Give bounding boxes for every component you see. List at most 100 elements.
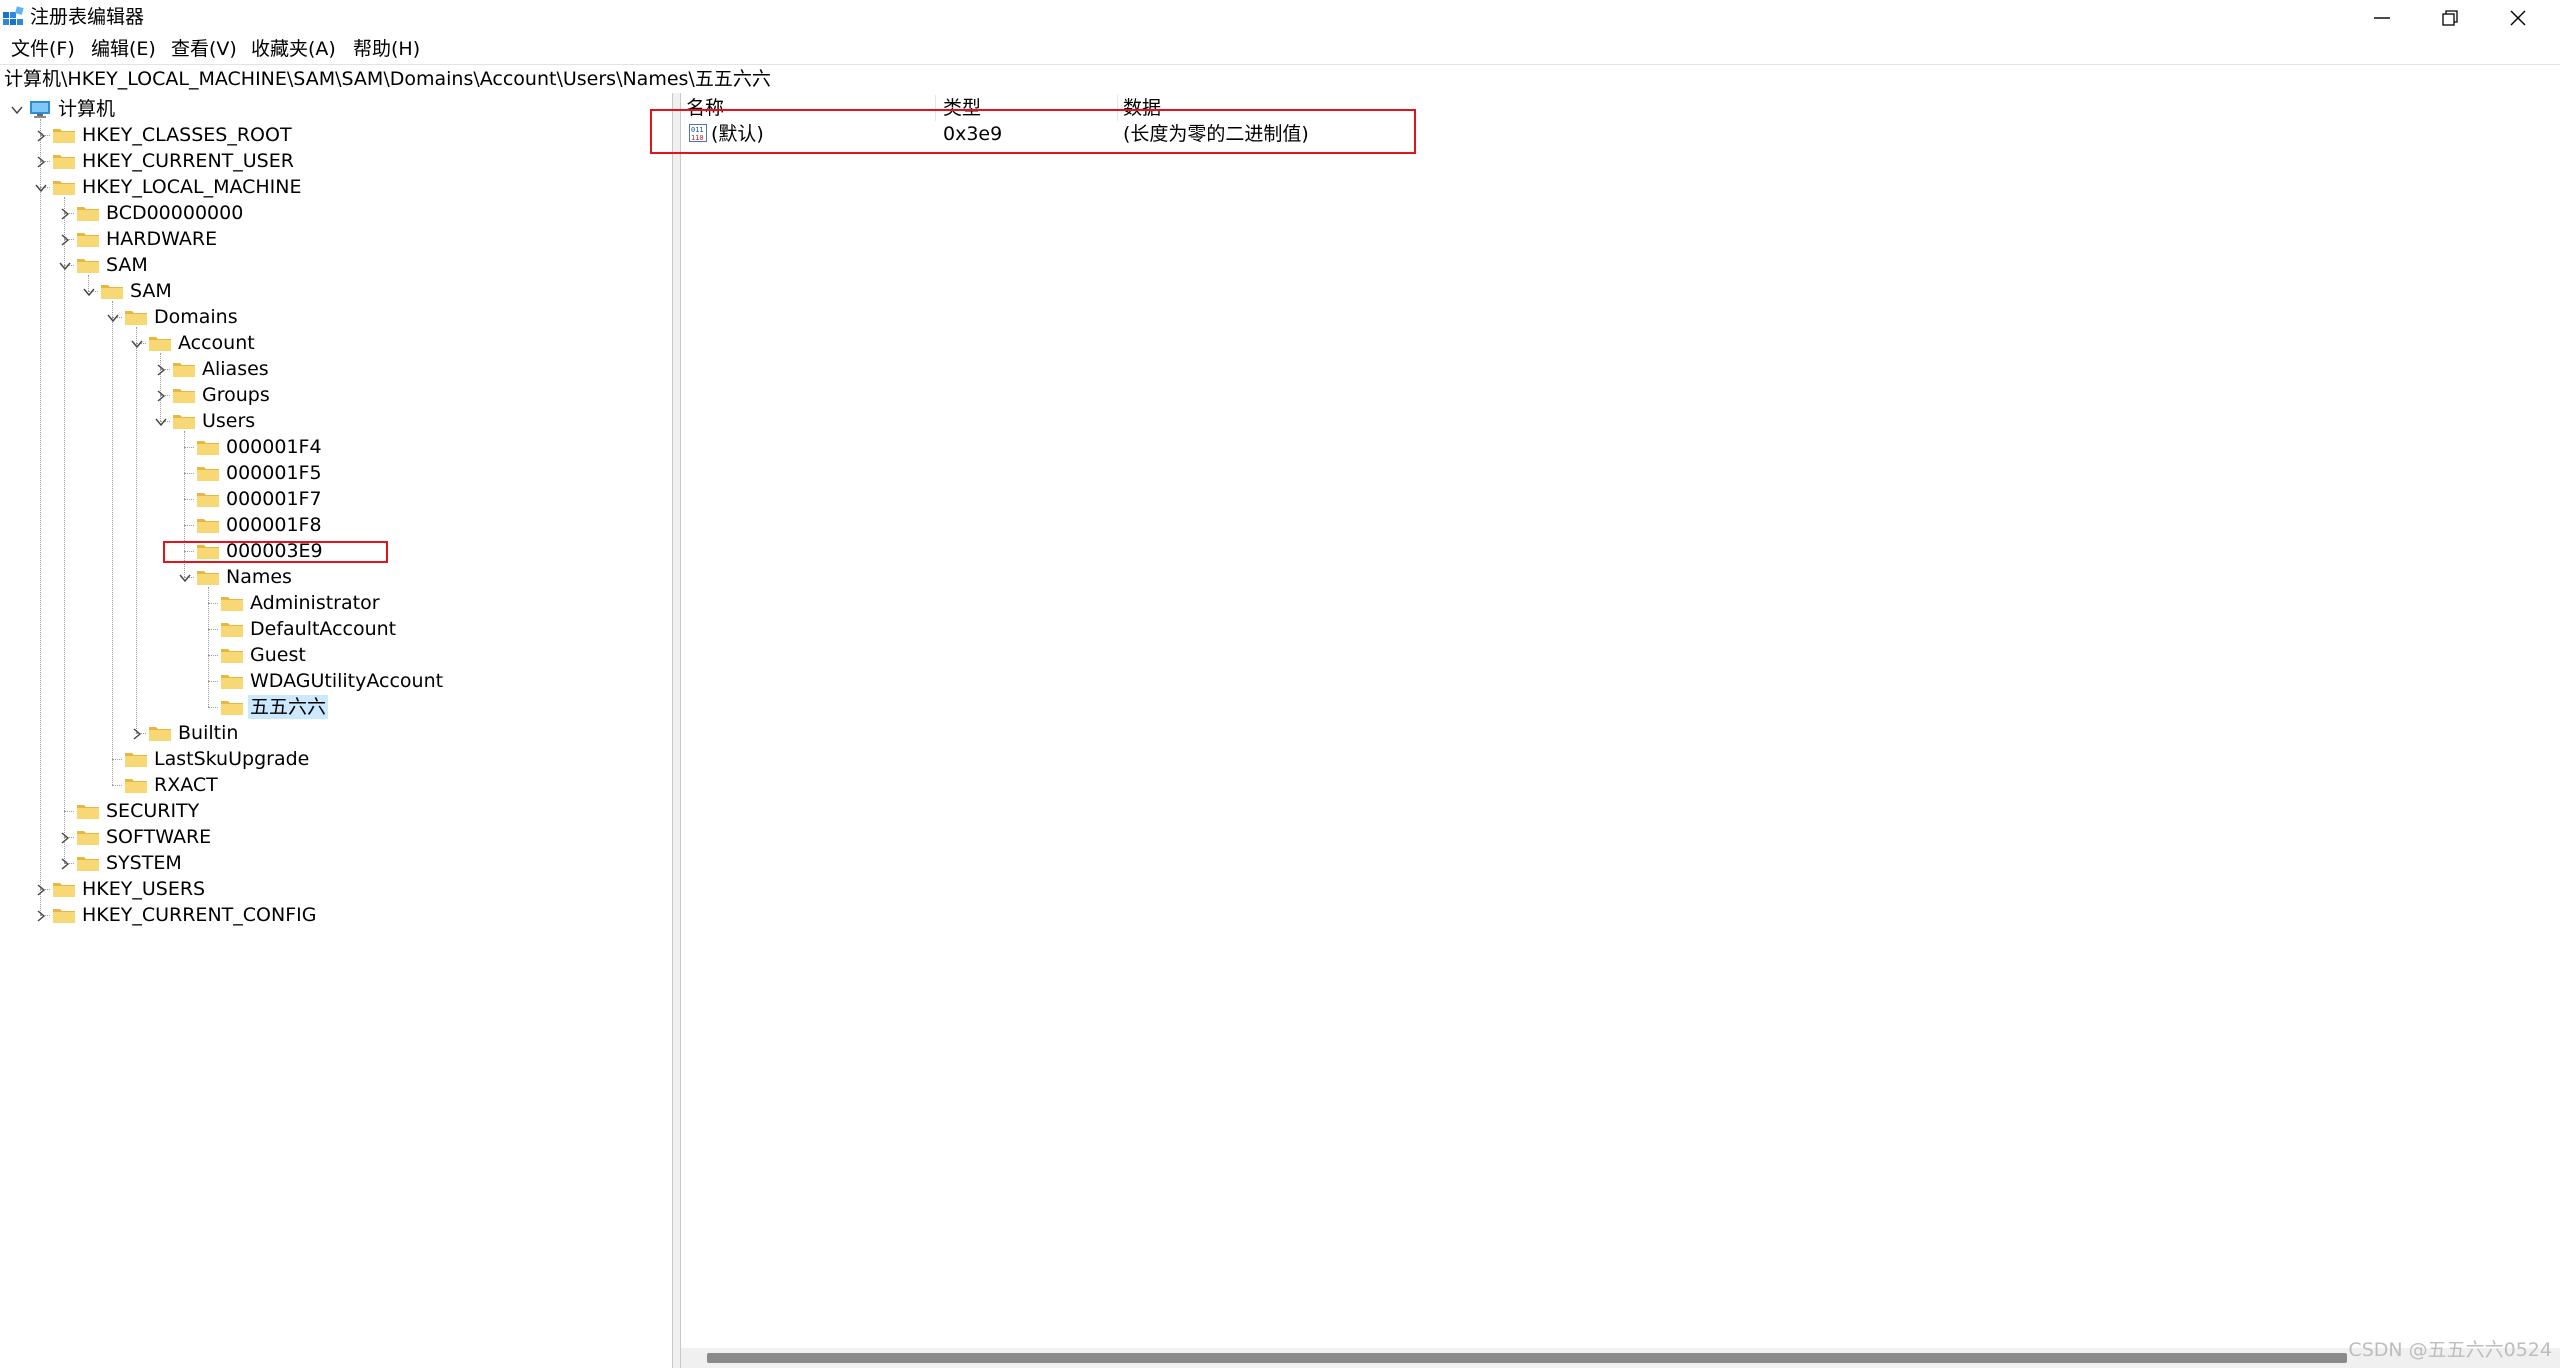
column-header-data[interactable]: 数据 (1123, 96, 1161, 120)
chevron-down-icon[interactable] (54, 253, 74, 277)
tree-node-label: Account (178, 332, 255, 354)
value-type: 0x3e9 (943, 123, 1003, 145)
tree-node-label: Users (202, 410, 256, 432)
minimize-button[interactable] (2348, 0, 2416, 36)
menu-view[interactable]: 查看(V) (168, 37, 240, 61)
tree-connector (184, 473, 194, 474)
chevron-right-icon[interactable] (30, 877, 50, 901)
chevron-down-icon[interactable] (78, 279, 98, 303)
chevron-right-icon[interactable] (30, 149, 50, 173)
folder-icon (52, 125, 76, 145)
close-button[interactable] (2484, 0, 2552, 36)
chevron-right-icon[interactable] (54, 851, 74, 875)
folder-icon (172, 359, 196, 379)
chevron-down-icon[interactable] (150, 409, 170, 433)
tree-connector (208, 587, 209, 707)
tree-connector (112, 759, 122, 760)
tree-node-label: SYSTEM (106, 852, 182, 874)
minimize-icon (2374, 17, 2390, 19)
folder-icon (196, 541, 220, 561)
tree-node-label: 000001F5 (226, 462, 322, 484)
chevron-right-icon[interactable] (30, 123, 50, 147)
maximize-icon (2442, 10, 2458, 26)
chevron-right-icon[interactable] (126, 721, 146, 745)
folder-icon (196, 515, 220, 535)
column-header-type[interactable]: 类型 (943, 96, 981, 120)
folder-icon (76, 827, 100, 847)
values-list-pane[interactable]: 名称 类型 数据 011 110 (默认) 0x3e9 (长度为零的二进制值) (681, 93, 2560, 1368)
address-bar[interactable]: 计算机\HKEY_LOCAL_MACHINE\SAM\SAM\Domains\A… (0, 64, 2560, 94)
tree-connector (208, 707, 218, 708)
menu-edit[interactable]: 编辑(E) (88, 37, 159, 61)
folder-icon (124, 749, 148, 769)
tree-node-label: Groups (202, 384, 270, 406)
folder-icon (220, 593, 244, 613)
address-path[interactable]: 计算机\HKEY_LOCAL_MACHINE\SAM\SAM\Domains\A… (4, 67, 771, 91)
tree-connector (184, 447, 194, 448)
restore-button[interactable] (2416, 0, 2484, 36)
column-header-name[interactable]: 名称 (686, 96, 724, 120)
tree-node-label: Aliases (202, 358, 269, 380)
tree-node-label: 五五六六 (248, 695, 329, 719)
folder-icon (172, 411, 196, 431)
chevron-down-icon[interactable] (126, 331, 146, 355)
folder-icon (76, 801, 100, 821)
folder-icon (52, 905, 76, 925)
tree-connector (184, 499, 194, 500)
tree-connector (64, 197, 65, 863)
folder-icon (148, 723, 172, 743)
column-separator[interactable] (1117, 95, 1118, 121)
menu-favorites[interactable]: 收藏夹(A) (248, 37, 339, 61)
folder-icon (52, 151, 76, 171)
binary-value-icon: 011 110 (689, 124, 707, 142)
tree-node-label: LastSkuUpgrade (154, 748, 310, 770)
tree-node-label: 000001F4 (226, 436, 322, 458)
chevron-right-icon[interactable] (54, 825, 74, 849)
chevron-down-icon[interactable] (174, 565, 194, 589)
tree-connector (136, 327, 137, 733)
tree-node-label: 000001F7 (226, 488, 322, 510)
folder-icon (100, 281, 124, 301)
title-bar: 注册表编辑器 (0, 0, 2560, 36)
tree-connector (208, 681, 218, 682)
tree-connector (112, 785, 122, 786)
chevron-right-icon[interactable] (30, 903, 50, 927)
tree-node-label: Names (226, 566, 292, 588)
tree-connector (112, 301, 113, 785)
tree-node-label: HKEY_CLASSES_ROOT (82, 124, 292, 146)
folder-icon (76, 203, 100, 223)
tree-connector (184, 551, 194, 552)
menu-file[interactable]: 文件(F) (8, 37, 78, 61)
key-tree-pane[interactable]: 计算机 HKEY_CLASSES_ROOT HKEY_CURRENT_USER HKE… (0, 93, 673, 1368)
tree-node-label: SAM (130, 280, 172, 302)
folder-icon (124, 307, 148, 327)
close-icon (2510, 10, 2526, 26)
tree-node-label: HKEY_CURRENT_USER (82, 150, 294, 172)
chevron-down-icon[interactable] (102, 305, 122, 329)
tree-connector (208, 629, 218, 630)
column-separator[interactable] (935, 95, 936, 121)
pane-splitter[interactable] (673, 93, 681, 1368)
folder-icon (196, 437, 220, 457)
computer-icon (28, 99, 52, 119)
menu-help[interactable]: 帮助(H) (350, 37, 423, 61)
chevron-right-icon[interactable] (150, 383, 170, 407)
tree-connector (208, 603, 218, 604)
svg-text:011: 011 (691, 126, 704, 134)
chevron-right-icon[interactable] (150, 357, 170, 381)
chevron-down-icon[interactable] (6, 97, 26, 121)
folder-icon (148, 333, 172, 353)
folder-icon (196, 489, 220, 509)
tree-node-label: BCD00000000 (106, 202, 244, 224)
tree-node-label: RXACT (154, 774, 218, 796)
tree-connector (64, 811, 74, 812)
horizontal-scroll-thumb[interactable] (707, 1353, 2347, 1363)
chevron-down-icon[interactable] (30, 175, 50, 199)
chevron-right-icon[interactable] (54, 227, 74, 251)
tree-node-label: 计算机 (58, 98, 116, 120)
tree-node-label: HKEY_USERS (82, 878, 206, 900)
chevron-right-icon[interactable] (54, 201, 74, 225)
value-row[interactable]: 011 110 (默认) 0x3e9 (长度为零的二进制值) (681, 121, 2560, 147)
tree-node-label: Administrator (250, 592, 380, 614)
tree-connector (208, 655, 218, 656)
